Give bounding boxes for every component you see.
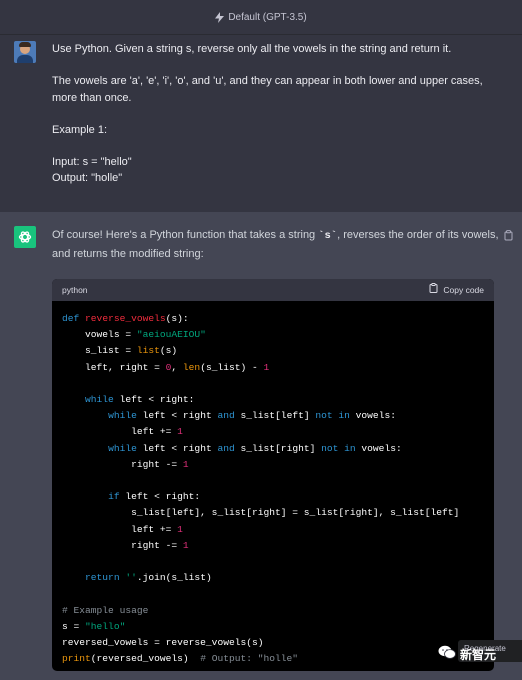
watermark-text: 新智元 [460, 647, 497, 662]
model-header[interactable]: Default (GPT-3.5) [0, 0, 522, 34]
code-header: python Copy code [52, 279, 494, 301]
user-paragraph: Input: s = "hello" Output: "holle" [52, 156, 132, 185]
wechat-icon [438, 645, 456, 663]
clipboard-icon [429, 281, 438, 299]
user-message: Use Python. Given a string s, reverse on… [0, 34, 522, 212]
code-block: python Copy code def reverse_vowels(s): … [52, 279, 494, 671]
code-language: python [62, 285, 88, 295]
copy-code-button[interactable]: Copy code [429, 281, 484, 299]
copy-message-icon[interactable] [504, 228, 514, 246]
assistant-message-content: Of course! Here's a Python function that… [52, 226, 508, 680]
user-message-text: Use Python. Given a string s, reverse on… [52, 41, 508, 192]
user-paragraph: Use Python. Given a string s, reverse on… [52, 43, 452, 55]
lightning-icon [215, 11, 225, 23]
assistant-message: Of course! Here's a Python function that… [0, 212, 522, 680]
inline-code: `s` [318, 230, 338, 242]
user-avatar [14, 41, 36, 63]
user-paragraph: The vowels are 'a', 'e', 'i', 'o', and '… [52, 75, 486, 104]
user-paragraph: Example 1: [52, 123, 108, 136]
watermark: 新智元 [438, 645, 496, 663]
intro-text: Of course! Here's a Python function that… [52, 229, 319, 241]
chatgpt-logo-icon [14, 226, 36, 248]
code-content: def reverse_vowels(s): vowels = "aeiouAE… [62, 313, 460, 665]
copy-code-label: Copy code [443, 285, 484, 295]
model-label: Default (GPT-3.5) [228, 11, 307, 23]
assistant-intro: Of course! Here's a Python function that… [52, 226, 508, 263]
